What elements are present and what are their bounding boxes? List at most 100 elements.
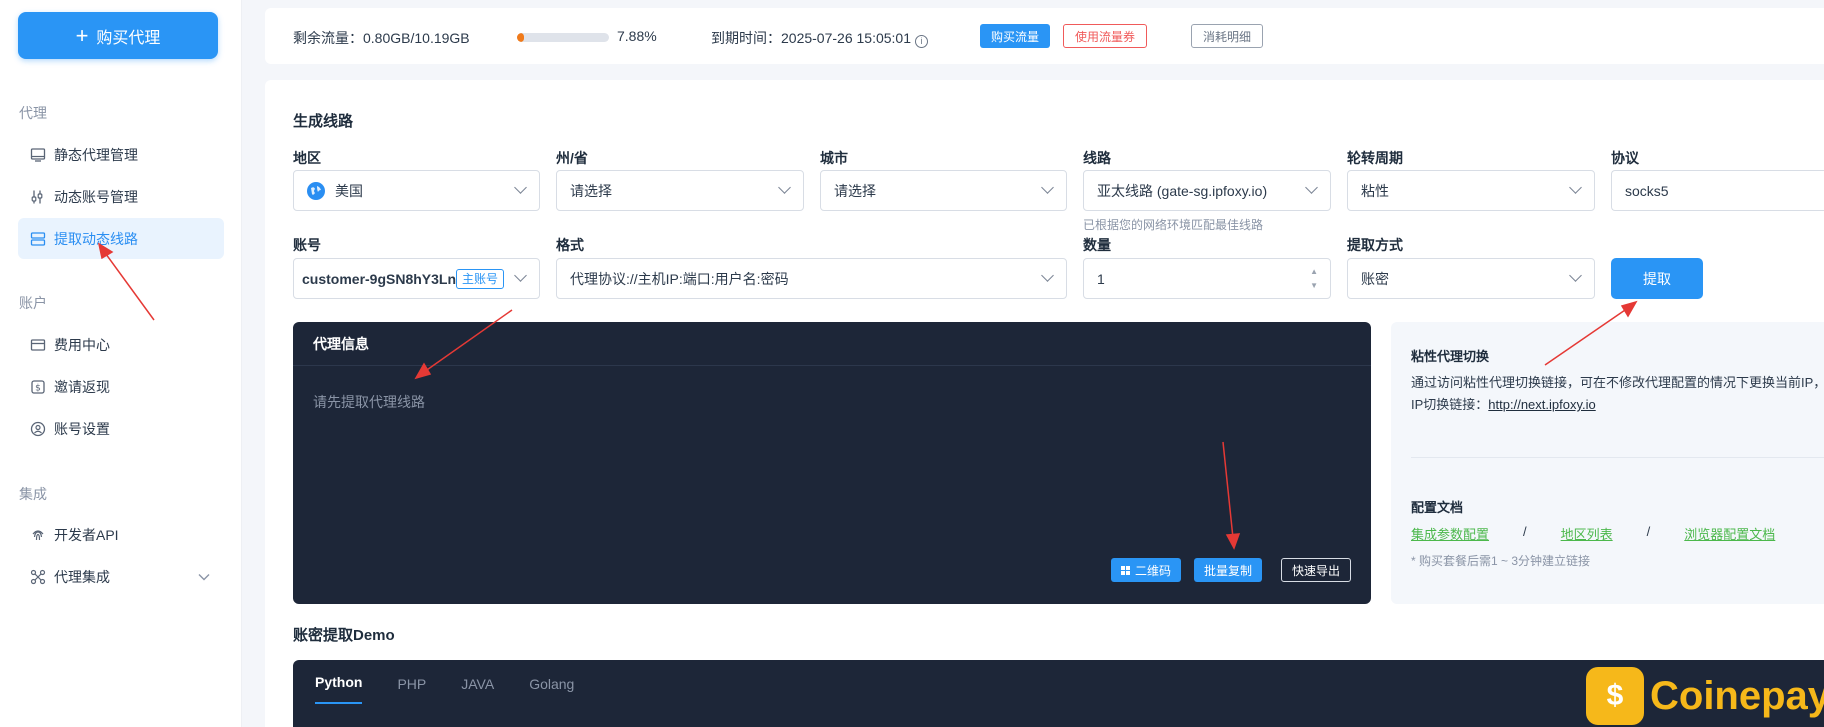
method-label: 提取方式 [1347,237,1403,253]
remaining-traffic-label: 剩余流量： [293,30,363,46]
tab-golang[interactable]: Golang [529,676,574,704]
svg-text:$: $ [35,383,41,393]
generate-route-card: 生成线路 地区 州/省 城市 线路 轮转周期 协议 美国 请选择 请选择 亚太线… [265,80,1824,727]
city-value: 请选择 [834,182,876,199]
sidebar-item-dynamic-account[interactable]: 动态账号管理 [18,176,224,217]
plus-icon: + [75,22,89,48]
protocol-value: socks5 [1625,182,1669,199]
main-account-badge: 主账号 [456,268,505,289]
stepper-up-icon[interactable]: ▲ [1310,267,1318,277]
chevron-down-icon [1569,181,1582,194]
status-bar: 剩余流量：0.80GB/10.19GB 7.88% 到期时间：2025-07-2… [265,8,1824,64]
tab-python[interactable]: Python [315,674,363,704]
buy-traffic-button[interactable]: 购买流量 [980,24,1051,48]
qr-icon [1121,565,1130,575]
account-select[interactable]: customer-9gSN8hY3Ln 主账号 [293,258,540,299]
chevron-down-icon [778,181,791,194]
quantity-stepper[interactable]: 1 ▲ ▼ [1083,258,1331,299]
city-label: 城市 [820,150,848,166]
buy-proxy-label: 购买代理 [96,29,161,47]
expiry-time: 到期时间：2025-07-26 15:05:01 i [711,28,928,48]
globe-icon [307,181,325,200]
region-value: 美国 [335,182,363,199]
sidebar-item-extract-route[interactable]: 提取动态线路 [18,218,224,259]
doc-link-regions[interactable]: 地区列表 [1561,524,1613,543]
sidebar-item-developer-api[interactable]: 开发者API [18,514,224,555]
sidebar-item-billing[interactable]: 费用中心 [18,324,224,365]
sticky-proxy-desc: 通过访问粘性代理切换链接，可在不修改代理配置的情况下更换当前IP， [1411,375,1824,390]
sidebar-item-label: 邀请返现 [54,378,110,395]
tab-php[interactable]: PHP [397,676,426,704]
info-panel: 粘性代理切换 通过访问粘性代理切换链接，可在不修改代理配置的情况下更换当前IP，… [1391,322,1824,604]
region-select[interactable]: 美国 [293,170,540,211]
sidebar-item-label: 动态账号管理 [54,188,138,205]
info-icon[interactable]: i [915,34,928,48]
chevron-down-icon [514,181,527,194]
remaining-traffic: 剩余流量：0.80GB/10.19GB [293,28,470,48]
traffic-progress-fill [517,33,525,42]
batch-copy-button[interactable]: 批量复制 [1194,558,1263,582]
sidebar-item-label: 提取动态线路 [54,230,138,247]
remaining-traffic-value: 0.80GB/10.19GB [363,30,470,46]
method-value: 账密 [1361,270,1389,287]
usage-detail-button[interactable]: 消耗明细 [1191,24,1264,48]
route-value: 亚太线路 (gate-sg.ipfoxy.io) [1097,182,1268,199]
setup-note: * 购买套餐后需1 ~ 3分钟建立链接 [1411,554,1591,568]
section-proxy: 代理 [19,105,47,121]
account-value: customer-9gSN8hY3Ln [302,270,457,287]
state-select[interactable]: 请选择 [556,170,804,211]
integration-icon [30,569,46,585]
sidebar-item-static-proxy[interactable]: 静态代理管理 [18,134,224,175]
section-title-generate: 生成线路 [293,113,354,130]
section-integration: 集成 [19,486,47,502]
user-icon [30,421,46,437]
use-coupon-button[interactable]: 使用流量券 [1063,24,1148,48]
doc-title: 配置文档 [1411,500,1464,515]
protocol-label: 协议 [1611,150,1639,166]
sidebar-item-proxy-integration[interactable]: 代理集成 [18,556,224,597]
tab-java[interactable]: JAVA [461,676,494,704]
route-hint: 已根据您的网络环境匹配最佳线路 [1083,218,1264,232]
monitor-icon [30,147,46,163]
sliders-icon [30,189,46,205]
ip-switch-label: IP切换链接： [1411,397,1489,412]
coinepay-watermark: $ Coinepay [1586,665,1824,727]
sidebar-item-invite[interactable]: $ 邀请返现 [18,366,224,407]
section-account: 账户 [19,295,47,311]
sidebar-item-label: 账号设置 [54,420,110,437]
coinepay-text: Coinepay [1650,673,1824,718]
stepper-arrows[interactable]: ▲ ▼ [1310,267,1318,291]
chevron-down-icon [1041,181,1054,194]
divider [1411,457,1824,458]
account-label: 账号 [293,237,321,253]
state-label: 州/省 [556,150,588,166]
protocol-select[interactable]: socks5 [1611,170,1824,211]
demo-title: 账密提取Demo [293,627,395,644]
sidebar-item-label: 静态代理管理 [54,146,138,163]
doc-link-browser[interactable]: 浏览器配置文档 [1684,524,1775,543]
doc-separator: / [1646,524,1651,539]
chevron-down-icon[interactable] [198,570,210,584]
stepper-down-icon[interactable]: ▼ [1310,281,1318,291]
route-select[interactable]: 亚太线路 (gate-sg.ipfoxy.io) [1083,170,1331,211]
extract-button[interactable]: 提取 [1611,258,1703,299]
expiry-value: 2025-07-26 15:05:01 [781,30,911,46]
city-select[interactable]: 请选择 [820,170,1067,211]
sticky-proxy-title: 粘性代理切换 [1411,349,1490,364]
expiry-label: 到期时间： [711,30,781,46]
rotation-value: 粘性 [1361,182,1389,199]
doc-link-params[interactable]: 集成参数配置 [1411,524,1489,543]
chevron-down-icon [1305,181,1318,194]
qr-code-button[interactable]: 二维码 [1111,558,1182,582]
traffic-progress-bar [517,33,609,42]
chevron-down-icon [1569,269,1582,282]
sidebar-item-settings[interactable]: 账号设置 [18,408,224,449]
rotation-select[interactable]: 粘性 [1347,170,1595,211]
qr-code-label: 二维码 [1135,563,1172,578]
method-select[interactable]: 账密 [1347,258,1595,299]
buy-proxy-button[interactable]: + 购买代理 [18,12,218,59]
chevron-down-icon [1041,269,1054,282]
quick-export-button[interactable]: 快速导出 [1281,558,1352,582]
ip-switch-link[interactable]: http://next.ipfoxy.io [1488,397,1595,412]
format-select[interactable]: 代理协议://主机IP:端口:用户名:密码 [556,258,1067,299]
